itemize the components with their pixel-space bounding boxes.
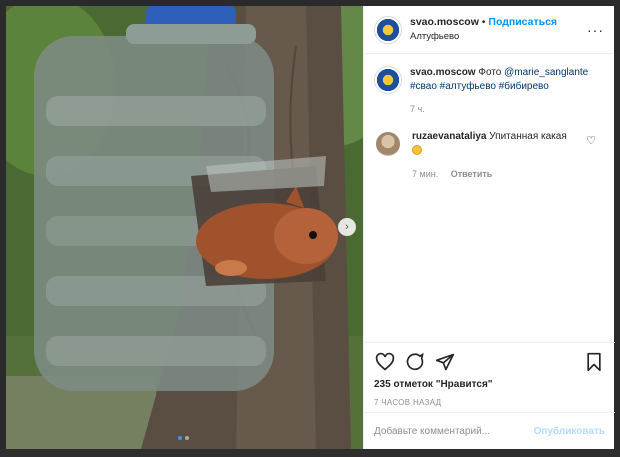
caption-body: svao.moscow Фото @marie_sanglante #свао … xyxy=(410,66,604,116)
comment-input[interactable] xyxy=(374,425,534,437)
post-side-panel: svao.moscow • Подписаться Алтуфьево ··· sv… xyxy=(363,6,615,449)
more-horizontal-icon[interactable]: ··· xyxy=(587,22,604,38)
commenter-avatar[interactable] xyxy=(376,132,400,156)
post-caption: svao.moscow Фото @marie_sanglante #свао … xyxy=(364,54,614,116)
chevron-right-icon: › xyxy=(345,221,349,233)
post-actions-area: 235 отметок "Нравится" 7 ЧАСОВ НАЗАД xyxy=(364,342,615,407)
likes-count[interactable]: 235 отметок "Нравится" xyxy=(364,375,615,390)
comment-icon[interactable] xyxy=(404,351,426,373)
share-icon[interactable] xyxy=(434,351,456,373)
post-modal: › svao.moscow • Подписаться Алтуфьево ··· … xyxy=(6,6,615,449)
post-header: svao.moscow • Подписаться Алтуфьево ··· xyxy=(364,6,614,54)
post-photo[interactable]: › xyxy=(6,6,363,449)
squirrel-feeder-image xyxy=(6,6,363,449)
follow-button[interactable]: Подписаться xyxy=(488,16,557,28)
comment-age: 7 мин. xyxy=(412,169,439,179)
comment-item: ruzaevanataliya Упитанная какая 7 мин. О… xyxy=(364,116,614,181)
post-location[interactable]: Алтуфьево xyxy=(410,30,557,44)
comment-meta: 7 мин. Ответить xyxy=(412,167,582,181)
publish-button[interactable]: Опубликовать xyxy=(534,426,605,437)
comment-text: Упитанная какая xyxy=(489,131,567,142)
author-username[interactable]: svao.moscow xyxy=(410,16,479,28)
carousel-indicator xyxy=(178,436,189,440)
comment-body: ruzaevanataliya Упитанная какая 7 мин. О… xyxy=(412,130,582,181)
add-comment-bar: Опубликовать xyxy=(364,412,615,449)
post-timestamp: 7 ЧАСОВ НАЗАД xyxy=(374,398,442,407)
bookmark-icon[interactable] xyxy=(583,351,605,373)
modal-backdrop-bottom xyxy=(0,449,620,457)
caption-author-avatar[interactable] xyxy=(374,66,402,94)
caption-username[interactable]: svao.moscow xyxy=(410,67,476,78)
author-avatar[interactable] xyxy=(374,15,402,44)
action-bar xyxy=(364,343,615,375)
caption-hashtags[interactable]: #свао #алтуфьево #бибирево xyxy=(410,81,549,92)
reply-button[interactable]: Ответить xyxy=(451,169,493,179)
caption-mention[interactable]: @marie_sanglante xyxy=(504,67,588,78)
comment-like-heart-icon[interactable]: ♡ xyxy=(586,134,596,147)
carousel-dot-1 xyxy=(178,436,182,440)
heart-icon[interactable] xyxy=(374,351,396,373)
next-photo-button[interactable]: › xyxy=(338,218,356,236)
caption-text: Фото xyxy=(478,67,502,78)
carousel-dot-2 xyxy=(185,436,189,440)
separator-dot: • xyxy=(481,17,486,28)
author-info: svao.moscow • Подписаться Алтуфьево xyxy=(410,15,557,44)
caption-age: 7 ч. xyxy=(410,104,425,114)
comment-username[interactable]: ruzaevanataliya xyxy=(412,131,487,142)
heart-eyes-emoji-icon xyxy=(412,145,422,156)
